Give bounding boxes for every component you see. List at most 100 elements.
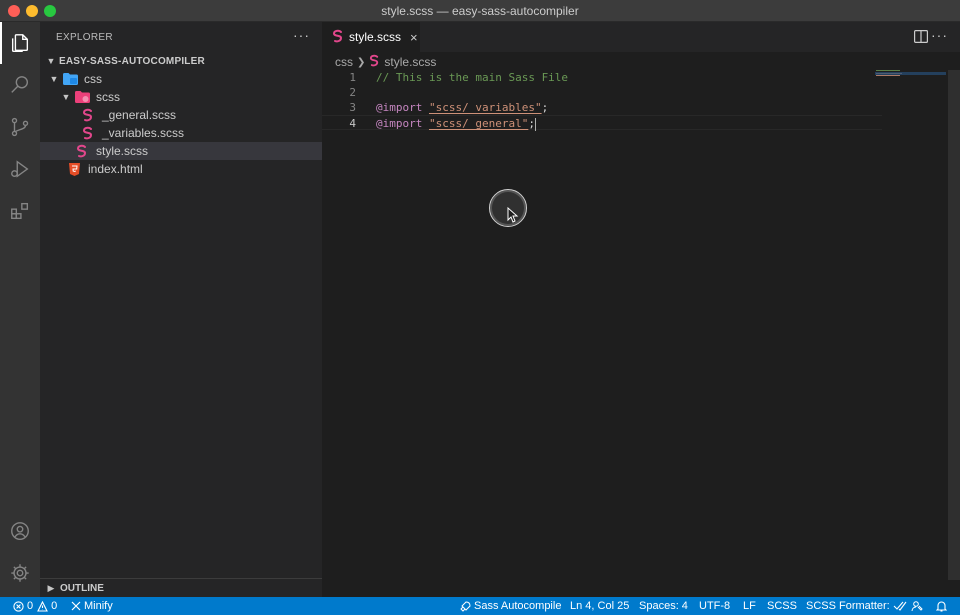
sass-folder-icon (74, 90, 90, 104)
source-control-icon (11, 117, 29, 137)
feedback-icon (911, 601, 923, 612)
language-mode[interactable]: SCSS (767, 597, 797, 615)
explorer-button[interactable] (0, 22, 40, 64)
source-control-button[interactable] (0, 106, 40, 148)
line-number: 2 (349, 86, 356, 99)
notifications-button[interactable] (936, 597, 950, 615)
tab-label: style.scss (349, 30, 402, 44)
title-bar: style.scss — easy-sass-autocompiler (0, 0, 960, 22)
formatter-status[interactable]: SCSS Formatter: (806, 597, 910, 615)
html-file-icon (66, 162, 82, 176)
search-icon (11, 76, 29, 93)
eol-setting[interactable]: LF (743, 597, 756, 615)
chevron-down-icon: ▼ (49, 74, 59, 84)
code-text: @import "scss/_variables"; (376, 100, 548, 115)
code-line: 1 // This is the main Sass File (322, 70, 882, 85)
chevron-right-icon: ▶ (47, 582, 55, 593)
extensions-icon (11, 202, 29, 220)
sass-file-icon (74, 144, 90, 158)
tree-item-css[interactable]: ▼ css (40, 70, 322, 88)
editor-area: style.scss × ··· css ❯ style.scss 1 // T… (322, 22, 960, 597)
tree-item-style-scss[interactable]: style.scss (40, 142, 322, 160)
minify-icon (71, 601, 81, 611)
rocket-icon (460, 600, 471, 612)
breadcrumb-item-css[interactable]: css (335, 55, 353, 69)
text-cursor (534, 117, 536, 131)
encoding-setting[interactable]: UTF-8 (699, 597, 730, 615)
sass-autocompile-button[interactable]: Sass Autocompile (460, 597, 561, 615)
extensions-button[interactable] (0, 190, 40, 232)
code-line: 2 (322, 85, 882, 100)
tab-close-button[interactable]: × (410, 30, 418, 45)
minify-button[interactable]: Minify (71, 597, 113, 615)
tree-item-label: scss (96, 90, 120, 104)
breadcrumb: css ❯ style.scss (335, 54, 436, 70)
minify-label: Minify (84, 600, 113, 612)
window-title: style.scss — easy-sass-autocompiler (381, 4, 579, 18)
tree-item-index-html[interactable]: index.html (40, 160, 322, 178)
cursor-position[interactable]: Ln 4, Col 25 (570, 597, 629, 615)
code-line: 3 @import "scss/_variables"; (322, 100, 882, 115)
code-string: "scss/_general" (428, 117, 529, 130)
code-string: "scss/_variables" (428, 101, 542, 114)
sass-file-icon (332, 29, 344, 46)
account-button[interactable] (0, 510, 40, 552)
account-icon (11, 522, 29, 540)
warning-count: 0 (51, 600, 58, 612)
tree-item-label: style.scss (96, 144, 149, 158)
error-count: 0 (27, 600, 34, 612)
run-debug-button[interactable] (0, 148, 40, 190)
code-punctuation: ; (541, 101, 549, 114)
error-icon (13, 600, 24, 612)
tree-item-variables-scss[interactable]: _variables.scss (40, 124, 322, 142)
code-comment: // This is the main Sass File (376, 71, 569, 84)
editor-more-actions-button[interactable]: ··· (931, 27, 948, 43)
mouse-pointer-icon (507, 207, 519, 223)
breadcrumb-item-file[interactable]: style.scss (384, 55, 436, 69)
code-punctuation: ; (528, 117, 535, 130)
chevron-down-icon: ▼ (61, 92, 71, 102)
indentation-setting[interactable]: Spaces: 4 (639, 597, 688, 615)
manage-button[interactable] (0, 552, 40, 594)
activity-bar (0, 22, 40, 597)
bell-icon (936, 601, 947, 612)
tab-style-scss[interactable]: style.scss × (322, 22, 420, 52)
tree-item-label: css (84, 72, 102, 86)
line-number: 3 (349, 101, 356, 114)
explorer-sidebar: EXPLORER ··· ▼ EASY-SASS-AUTOCOMPILER ▼ … (40, 22, 322, 597)
search-button[interactable] (0, 64, 40, 106)
code-text: @import "scss/_general"; (376, 116, 536, 131)
outline-section-header[interactable]: ▶ OUTLINE (40, 578, 322, 597)
vertical-scrollbar[interactable] (948, 70, 960, 580)
code-line-current: 4 @import "scss/_general"; (322, 115, 882, 131)
sass-file-icon (369, 54, 380, 70)
line-number: 4 (349, 117, 356, 130)
feedback-button[interactable] (911, 597, 926, 615)
line-number: 1 (349, 71, 356, 84)
chevron-right-icon: ❯ (357, 56, 366, 68)
split-editor-icon[interactable] (914, 30, 928, 43)
formatter-label: SCSS Formatter: (806, 600, 890, 612)
css-folder-icon (62, 72, 78, 86)
run-debug-icon (11, 160, 29, 178)
tab-bar: style.scss × ··· (322, 22, 960, 52)
explorer-header: EXPLORER (56, 32, 113, 43)
warning-icon (37, 600, 49, 612)
status-bar: 0 0 Minify Sass Autocompile Ln 4, Col 25… (0, 597, 960, 615)
problems-indicator[interactable]: 0 0 (13, 597, 57, 615)
tree-item-general-scss[interactable]: _general.scss (40, 106, 322, 124)
tree-item-label: index.html (88, 162, 143, 176)
check-all-icon (893, 601, 907, 611)
gear-icon (11, 564, 29, 582)
outline-label: OUTLINE (60, 582, 104, 594)
sass-autocompile-label: Sass Autocompile (474, 600, 562, 612)
tree-item-label: _general.scss (102, 108, 177, 122)
sass-file-icon (80, 108, 96, 122)
tree-item-scss[interactable]: ▼ scss (40, 88, 322, 106)
code-keyword: @import (376, 117, 423, 130)
explorer-more-actions-button[interactable]: ··· (293, 27, 310, 43)
minimap-slider[interactable] (875, 72, 946, 75)
files-icon (11, 34, 29, 52)
project-folder-header[interactable]: ▼ EASY-SASS-AUTOCOMPILER (40, 51, 322, 71)
sass-file-icon (80, 126, 96, 140)
